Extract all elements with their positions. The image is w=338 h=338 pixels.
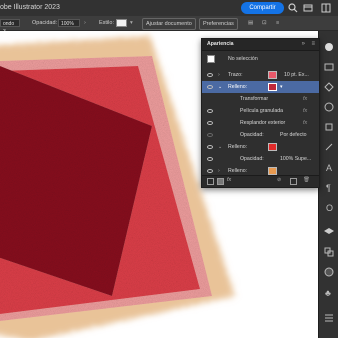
stroke-swatch[interactable]	[268, 71, 277, 79]
app-title: obe Illustrator 2023	[0, 4, 60, 11]
eye-icon[interactable]	[207, 133, 213, 137]
fx-icon[interactable]: fx	[303, 117, 307, 129]
symbols-icon[interactable]: ♣	[323, 286, 335, 298]
outer-glow-row[interactable]: Resplandor exterior fx	[202, 117, 319, 129]
add-fill-icon[interactable]	[217, 178, 224, 185]
fill-row-selected[interactable]: ⌄ Relleno: ▾	[202, 81, 319, 93]
svg-text:A: A	[326, 163, 332, 173]
eye-icon[interactable]	[207, 85, 213, 89]
eye-icon[interactable]	[207, 73, 213, 77]
layers-icon[interactable]	[323, 61, 335, 73]
chevron-down-icon[interactable]: ⌄	[218, 141, 222, 153]
stroke-label: Trazo:	[228, 72, 243, 78]
search-icon[interactable]	[287, 2, 299, 14]
selection-row: No selección	[202, 53, 319, 65]
character-icon[interactable]: A	[323, 161, 335, 173]
eye-icon[interactable]	[207, 109, 213, 113]
stroke-value[interactable]: 10 pt. Ex...	[284, 69, 309, 81]
chevron-down-icon[interactable]: ⌄	[218, 81, 222, 93]
graphic-styles-icon[interactable]	[323, 121, 335, 133]
eye-icon[interactable]	[207, 157, 213, 161]
libraries-icon[interactable]	[323, 81, 335, 93]
transform-row[interactable]: Transformar fx	[202, 93, 319, 105]
eye-icon[interactable]	[207, 169, 213, 173]
properties-icon[interactable]	[323, 41, 335, 53]
right-panel-dock: A ¶ O ♣	[318, 31, 338, 338]
chevron-down-icon[interactable]: ▾	[130, 16, 133, 30]
fill2-row[interactable]: ⌄ Relleno:	[202, 141, 319, 153]
appearance-icon[interactable]	[323, 101, 335, 113]
opentype-icon[interactable]: O	[323, 201, 335, 213]
align-icon[interactable]: ▤	[248, 16, 253, 30]
title-bar: obe Illustrator 2023 Compartir	[0, 0, 338, 16]
grain-row[interactable]: Película granulada fx	[202, 105, 319, 117]
panel-header: Apariencia » ≡	[202, 39, 319, 51]
fill-swatch[interactable]	[268, 83, 277, 91]
outer-glow-label[interactable]: Resplandor exterior	[240, 117, 285, 129]
workspace-grid-icon[interactable]	[320, 2, 332, 14]
arrange-icon[interactable]	[302, 2, 314, 14]
chevron-right-icon[interactable]: ›	[84, 16, 86, 30]
stroke-row[interactable]: › Trazo: 10 pt. Ex...	[202, 69, 319, 81]
transform-effect-label[interactable]: Transformar	[240, 93, 268, 105]
chevron-down-icon[interactable]: ▾	[280, 81, 283, 93]
opacity-value[interactable]: Por defecto	[280, 129, 307, 141]
svg-text:¶: ¶	[326, 183, 331, 193]
preferences-button[interactable]: Preferencias	[199, 18, 238, 30]
opacity-input[interactable]: 100%	[58, 19, 80, 27]
trash-icon[interactable]: 🗑	[303, 177, 310, 183]
fill3-swatch[interactable]	[268, 167, 277, 175]
brush-select[interactable]: ondo 3...	[0, 19, 20, 35]
add-effect-icon[interactable]: fx	[227, 177, 231, 183]
opacity2-value[interactable]: 100% Supe...	[280, 153, 311, 165]
panel-menu-icon[interactable]: ≡	[311, 39, 315, 50]
transparency-icon[interactable]	[323, 266, 335, 278]
svg-text:O: O	[326, 203, 333, 213]
paragraph-icon[interactable]: ¶	[323, 181, 335, 193]
share-button[interactable]: Compartir	[241, 2, 284, 14]
fill2-swatch[interactable]	[268, 143, 277, 151]
menu-icon[interactable]	[323, 311, 335, 323]
fx-icon[interactable]: fx	[303, 93, 307, 105]
tab-appearance[interactable]: Apariencia	[207, 39, 234, 50]
brushes-icon[interactable]	[323, 141, 335, 153]
opacity-row[interactable]: Opacidad: Por defecto	[202, 129, 319, 141]
svg-text:♣: ♣	[325, 288, 331, 298]
appearance-panel: Apariencia » ≡ No selección › Trazo: 10 …	[201, 38, 320, 188]
eye-icon[interactable]	[207, 145, 213, 149]
opacity-label: Opacidad:	[240, 132, 264, 138]
chevron-right-icon[interactable]: ›	[218, 69, 220, 81]
panel-footer: fx ⊘ 🗑	[202, 175, 319, 187]
fill2-label: Relleno:	[228, 144, 248, 150]
opacity2-row[interactable]: Opacidad: 100% Supe...	[202, 153, 319, 165]
style-swatch[interactable]	[116, 19, 127, 27]
menu-icon[interactable]: ≡	[276, 16, 279, 30]
control-bar: ondo 3... Opacidad: 100% › Estilo: ▾ Aju…	[0, 16, 338, 35]
opacity-label: Opacidad:	[32, 20, 58, 26]
style-label: Estilo:	[99, 20, 114, 26]
grain-effect-label[interactable]: Película granulada	[240, 105, 283, 117]
stack-icon[interactable]	[323, 226, 335, 238]
fill-label: Relleno:	[228, 84, 248, 90]
transform-icon[interactable]: ⊡	[262, 16, 267, 30]
collapse-icon[interactable]: »	[302, 39, 305, 50]
opacity2-label: Opacidad:	[240, 156, 264, 162]
pathfinder-icon[interactable]	[323, 246, 335, 258]
adjust-document-button[interactable]: Ajustar documento	[142, 18, 196, 30]
eye-icon[interactable]	[207, 121, 213, 125]
selection-label: No selección	[228, 56, 258, 62]
selection-thumbnail	[207, 55, 215, 63]
add-stroke-icon[interactable]	[207, 178, 214, 185]
fx-icon[interactable]: fx	[303, 105, 307, 117]
duplicate-item-icon[interactable]	[290, 178, 297, 185]
clear-appearance-icon[interactable]: ⊘	[277, 177, 281, 183]
